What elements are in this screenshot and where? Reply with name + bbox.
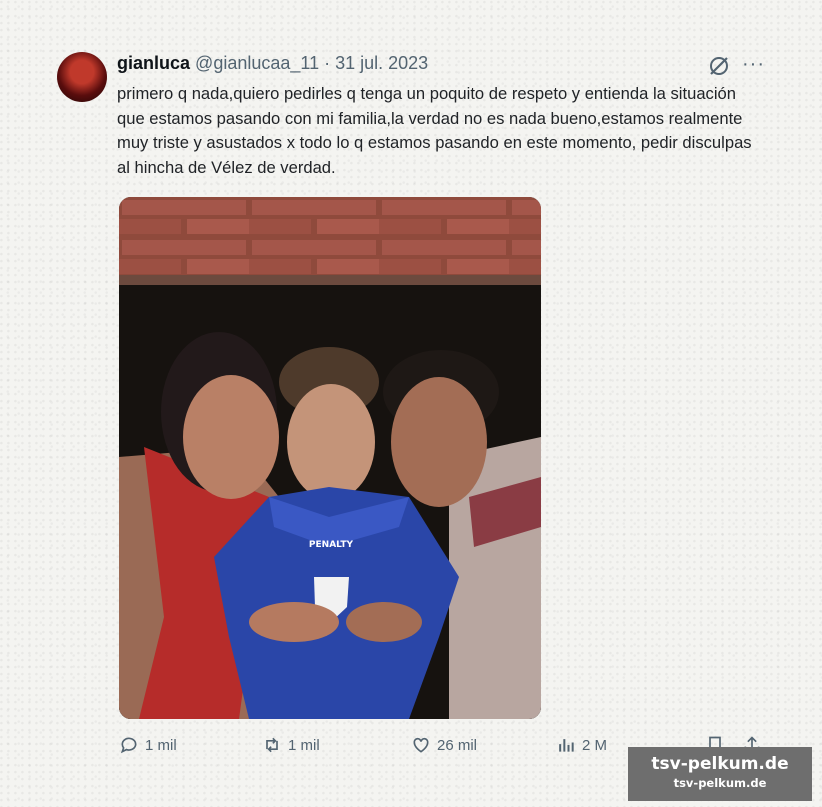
more-icon[interactable]: ··· <box>742 53 765 76</box>
shirt-text: PENALTY <box>309 540 354 550</box>
like-count: 26 mil <box>437 736 478 754</box>
views-count: 2 M <box>582 736 608 754</box>
watermark-sub: tsv-pelkum.de <box>673 776 767 790</box>
avatar[interactable] <box>57 52 107 102</box>
author-handle[interactable]: @gianlucaa_11 <box>195 53 319 73</box>
retweet-icon <box>266 737 278 753</box>
reply-count: 1 mil <box>145 736 177 754</box>
tweet-header: gianluca @gianlucaa_11 · 31 jul. 2023 <box>117 53 428 74</box>
tweet-date[interactable]: 31 jul. 2023 <box>335 53 428 73</box>
retweet-count: 1 mil <box>288 736 320 754</box>
views-button[interactable]: 2 M <box>556 735 607 755</box>
author-name[interactable]: gianluca <box>117 53 190 73</box>
header-separator: · <box>324 53 331 73</box>
retweet-button[interactable]: 1 mil <box>262 735 320 755</box>
like-button[interactable]: 26 mil <box>411 735 477 755</box>
reply-icon <box>120 737 137 754</box>
reply-button[interactable]: 1 mil <box>119 735 177 755</box>
grok-icon[interactable] <box>707 54 731 78</box>
like-icon <box>413 737 429 753</box>
views-icon <box>559 739 574 752</box>
tweet-photo[interactable]: PENALTY <box>119 197 541 719</box>
watermark-main: tsv-pelkum.de <box>651 754 789 774</box>
tweet-text: primero q nada,quiero pedirles q tenga u… <box>117 84 752 177</box>
watermark: tsv-pelkum.de tsv-pelkum.de <box>628 747 812 801</box>
